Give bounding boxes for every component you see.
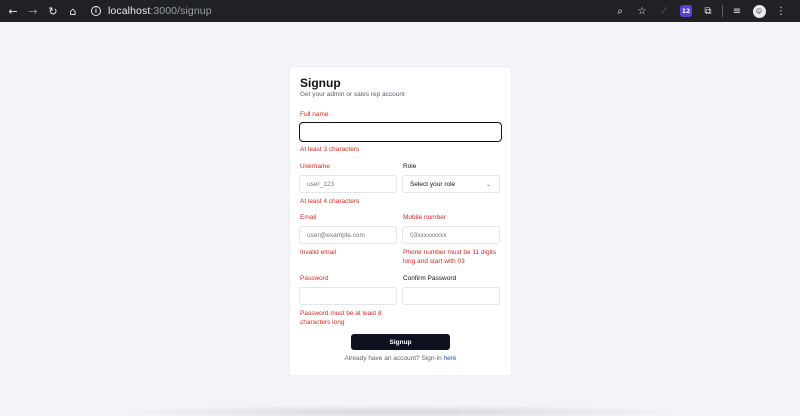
bottom-shadow (110, 405, 690, 416)
role-select[interactable]: Select your role ⌄ (402, 175, 500, 193)
extension-badge: 12 (680, 5, 692, 17)
back-icon[interactable]: ← (3, 0, 23, 22)
browser-toolbar: ← → ↻ ⌂ i localhost:3000/signup ⌕ ☆ ⁄ 12… (0, 0, 800, 22)
role-select-value: Select your role (410, 180, 456, 188)
reading-list-icon[interactable]: ≡ (726, 0, 748, 22)
signup-card: Signup Get your admin or sales rep accou… (290, 67, 511, 375)
full-name-label: Full name (300, 111, 329, 118)
signup-button[interactable]: Signup (351, 334, 450, 350)
extensions-puzzle-icon[interactable]: ⧉ (697, 0, 719, 22)
toolbar-divider (722, 5, 723, 17)
full-name-error: At least 3 characters (300, 146, 360, 153)
username-input[interactable] (299, 175, 397, 193)
full-name-input[interactable] (299, 122, 502, 142)
password-error: Password must be at least 8 characters l… (300, 309, 382, 327)
menu-kebab-icon[interactable]: ⋮ (770, 0, 792, 22)
signin-prompt-text: Already have an account? Sign-in (344, 355, 442, 362)
profile-avatar[interactable]: ☺ (748, 0, 770, 22)
mobile-label: Mobile number (403, 214, 446, 221)
mobile-input[interactable] (402, 226, 500, 244)
extension-icon[interactable]: ⁄ (653, 0, 675, 22)
mobile-error-line1: Phone number must be 11 digits (403, 249, 497, 256)
email-error: Invalid email (300, 249, 337, 256)
signin-prompt: Already have an account? Sign-in here (290, 355, 511, 362)
avatar: ☺ (752, 4, 766, 18)
reload-icon[interactable]: ↻ (43, 0, 63, 22)
mobile-error-line2: long and start with 03 (403, 258, 465, 265)
bookmark-star-icon[interactable]: ☆ (631, 0, 653, 22)
forward-icon[interactable]: → (23, 0, 43, 22)
password-label: Password (300, 275, 329, 282)
email-label: Email (300, 214, 317, 221)
home-icon[interactable]: ⌂ (63, 0, 83, 22)
signin-link[interactable]: here (444, 355, 457, 362)
extension-badge-icon[interactable]: 12 (675, 0, 697, 22)
page-title: Signup (300, 76, 341, 90)
confirm-password-input[interactable] (402, 287, 500, 305)
url-text[interactable]: localhost:3000/signup (108, 5, 212, 17)
chevron-down-icon: ⌄ (485, 180, 491, 188)
password-error-line2: characters long (300, 319, 345, 326)
role-label: Role (403, 163, 417, 170)
mobile-error: Phone number must be 11 digits long and … (403, 248, 496, 266)
zoom-icon[interactable]: ⌕ (609, 0, 631, 22)
username-error: At least 4 characters (300, 198, 360, 205)
confirm-password-label: Confirm Password (403, 275, 457, 282)
password-error-line1: Password must be at least 8 (300, 310, 382, 317)
address-bar[interactable]: i localhost:3000/signup (89, 0, 212, 22)
site-info-icon[interactable]: i (89, 4, 103, 18)
username-label: Username (300, 163, 330, 170)
page-subtitle: Get your admin or sales rep account (300, 91, 405, 98)
email-input[interactable] (299, 226, 397, 244)
password-input[interactable] (299, 287, 397, 305)
